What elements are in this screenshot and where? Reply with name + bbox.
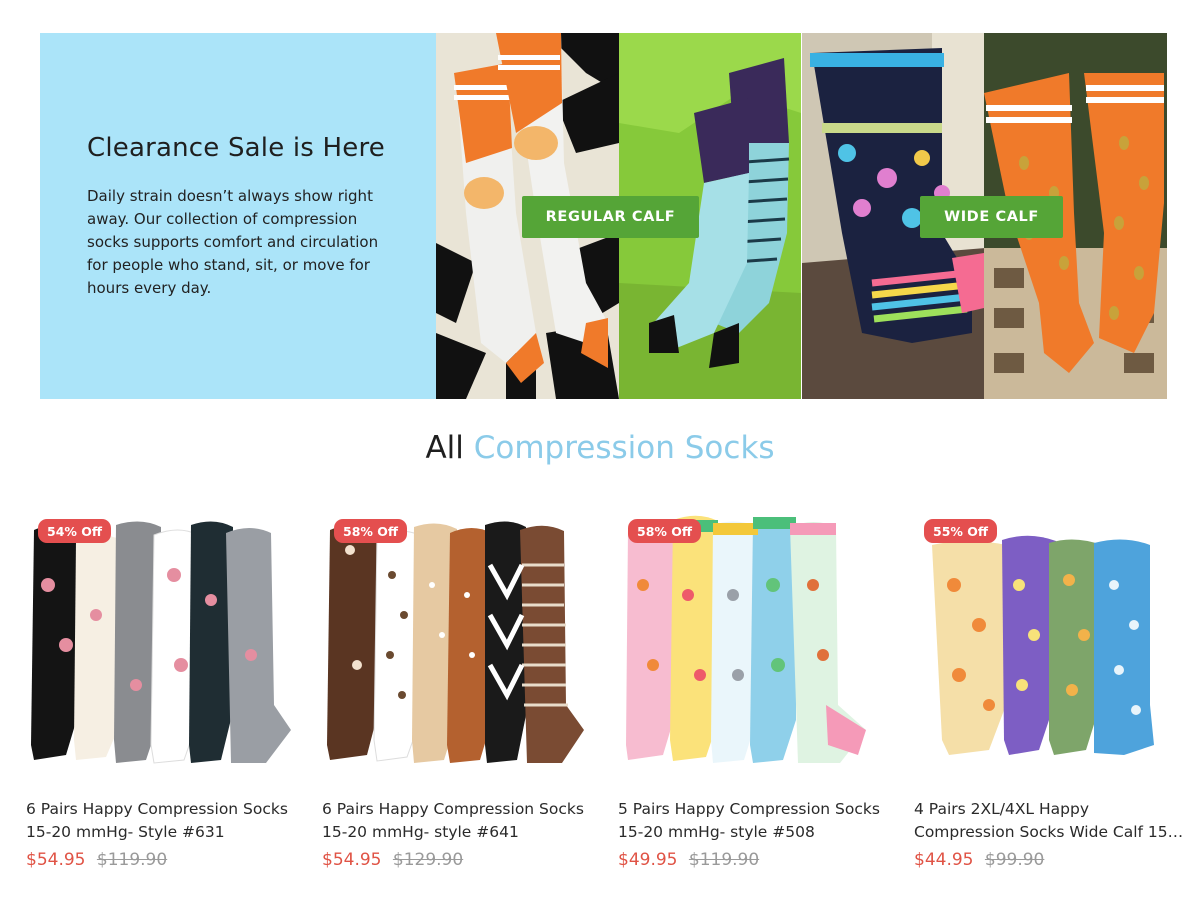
product-card[interactable]: 58% Off 5 Pairs Happy Compression Socks … xyxy=(618,500,894,890)
product-name-line2[interactable]: Compression Socks Wide Calf 15-... xyxy=(914,821,1184,844)
sale-price: $54.95 xyxy=(26,850,86,870)
product-prices: $54.95 $119.90 xyxy=(26,850,167,870)
discount-badge: 58% Off xyxy=(334,519,408,543)
product-image[interactable]: 58% Off xyxy=(322,505,598,775)
sale-price: $44.95 xyxy=(914,850,974,870)
section-title-highlight: Compression Socks xyxy=(473,430,775,466)
product-name[interactable]: 5 Pairs Happy Compression Socks 15-20 mm… xyxy=(618,798,888,844)
product-name-line2[interactable]: 15-20 mmHg- style #508 xyxy=(618,821,888,844)
regular-calf-button[interactable]: REGULAR CALF xyxy=(522,196,699,238)
product-name-line1[interactable]: 6 Pairs Happy Compression Socks xyxy=(26,798,296,821)
hero-title: Clearance Sale is Here xyxy=(87,132,385,163)
product-grid: 54% Off 6 Pairs Happy Compression Socks … xyxy=(0,500,1200,900)
product-name[interactable]: 6 Pairs Happy Compression Socks 15-20 mm… xyxy=(26,798,296,844)
section-title-prefix: All xyxy=(425,430,464,466)
clearance-hero: Clearance Sale is Here Daily strain does… xyxy=(40,33,1167,399)
product-name-line1[interactable]: 5 Pairs Happy Compression Socks xyxy=(618,798,888,821)
product-prices: $49.95 $119.90 xyxy=(618,850,759,870)
discount-badge: 54% Off xyxy=(38,519,112,543)
product-card[interactable]: 55% Off 4 Pairs 2XL/4XL Happy Compressio… xyxy=(914,500,1190,890)
product-name-line1[interactable]: 6 Pairs Happy Compression Socks xyxy=(322,798,592,821)
product-image[interactable]: 55% Off xyxy=(914,505,1190,775)
wide-calf-button[interactable]: WIDE CALF xyxy=(920,196,1063,238)
product-card[interactable]: 54% Off 6 Pairs Happy Compression Socks … xyxy=(26,500,302,890)
product-name-line1[interactable]: 4 Pairs 2XL/4XL Happy xyxy=(914,798,1184,821)
hero-text-panel: Clearance Sale is Here Daily strain does… xyxy=(40,33,436,399)
section-title: All Compression Socks xyxy=(0,430,1200,466)
discount-badge: 58% Off xyxy=(628,519,702,543)
product-name[interactable]: 4 Pairs 2XL/4XL Happy Compression Socks … xyxy=(914,798,1184,844)
product-name-line2[interactable]: 15-20 mmHg- style #641 xyxy=(322,821,592,844)
original-price: $119.90 xyxy=(96,850,168,870)
sale-price: $49.95 xyxy=(618,850,678,870)
original-price: $119.90 xyxy=(688,850,760,870)
original-price: $99.90 xyxy=(984,850,1045,870)
product-card[interactable]: 58% Off 6 Pairs Happy Compression Socks … xyxy=(322,500,598,890)
original-price: $129.90 xyxy=(392,850,464,870)
hero-photo-collage: REGULAR CALF WIDE CALF xyxy=(436,33,1167,399)
product-name[interactable]: 6 Pairs Happy Compression Socks 15-20 mm… xyxy=(322,798,592,844)
discount-badge: 55% Off xyxy=(924,519,998,543)
product-name-line2[interactable]: 15-20 mmHg- Style #631 xyxy=(26,821,296,844)
hero-description: Daily strain doesn’t always show right a… xyxy=(87,186,379,297)
product-image[interactable]: 54% Off xyxy=(26,505,302,775)
product-image[interactable]: 58% Off xyxy=(618,505,894,775)
product-prices: $54.95 $129.90 xyxy=(322,850,463,870)
product-prices: $44.95 $99.90 xyxy=(914,850,1044,870)
sale-price: $54.95 xyxy=(322,850,382,870)
